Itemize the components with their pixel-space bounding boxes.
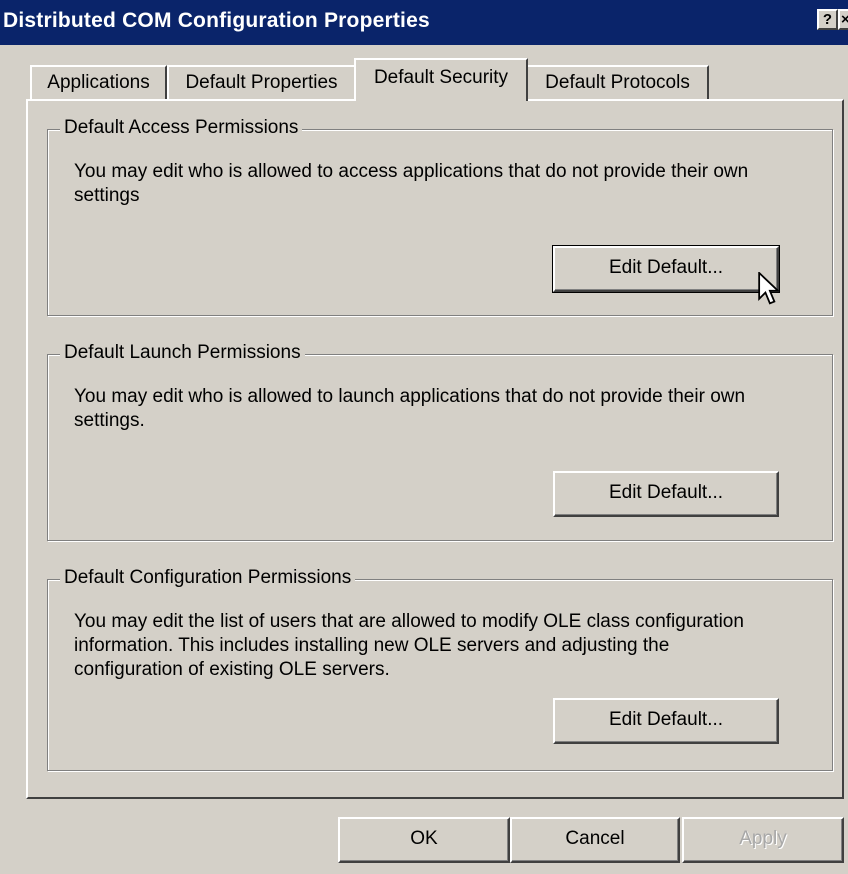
help-button[interactable]: ? [817,9,838,30]
title-bar: Distributed COM Configuration Properties… [0,0,848,45]
configuration-permissions-description: You may edit the list of users that are … [74,611,744,680]
cancel-button[interactable]: Cancel [510,817,680,863]
edit-launch-default-button[interactable]: Edit Default... [553,471,779,517]
tab-default-properties[interactable]: Default Properties [167,65,356,99]
ok-button[interactable]: OK [338,817,510,863]
close-icon: × [841,11,848,28]
access-permissions-group: Default Access Permissions You may edit … [47,117,833,316]
close-button[interactable]: × [838,9,848,30]
configuration-permissions-group: Default Configuration Permissions You ma… [47,567,833,771]
access-permissions-title: Default Access Permissions [60,117,303,139]
apply-button[interactable]: Apply [682,817,844,863]
tab-default-protocols[interactable]: Default Protocols [526,65,709,99]
edit-access-default-button[interactable]: Edit Default... [552,245,780,293]
apply-label: Apply [739,828,787,849]
edit-configuration-default-button[interactable]: Edit Default... [553,698,779,744]
window-title: Distributed COM Configuration Properties [3,9,430,32]
tab-default-security[interactable]: Default Security [354,58,528,101]
mouse-pointer-icon [758,272,781,305]
access-permissions-description: You may edit who is allowed to access ap… [74,161,749,206]
tab-applications[interactable]: Applications [30,65,167,99]
launch-permissions-group: Default Launch Permissions You may edit … [47,342,833,541]
launch-permissions-title: Default Launch Permissions [60,342,305,364]
launch-permissions-description: You may edit who is allowed to launch ap… [74,386,746,431]
configuration-permissions-title: Default Configuration Permissions [60,567,356,589]
